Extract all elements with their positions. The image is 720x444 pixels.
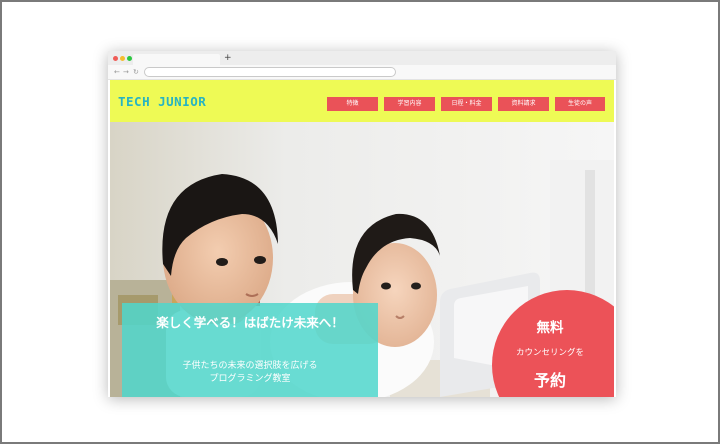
address-bar: ← → ↻ xyxy=(108,65,616,80)
nav-features-button[interactable]: 特徴 xyxy=(327,97,378,111)
site-header: TECH JUNIOR 特徴 学習内容 日程・料金 資料請求 生徒の声 xyxy=(110,80,614,122)
nav-curriculum-button[interactable]: 学習内容 xyxy=(384,97,435,111)
mockup-frame: + ← → ↻ TECH JUNIOR 特徴 学習内容 日程・料金 資料請求 生… xyxy=(0,0,720,444)
hero-subline: 子供たちの未来の選択肢を広げる プログラミング教室 xyxy=(122,360,378,386)
url-input[interactable] xyxy=(144,67,396,77)
browser-tab[interactable] xyxy=(133,54,220,65)
cta-free-label: 無料 xyxy=(536,320,564,336)
browser-tab-bar: + xyxy=(108,51,616,65)
hero-subline-1: 子供たちの未来の選択肢を広げる xyxy=(182,361,318,371)
nav-schedule-price-button[interactable]: 日程・料金 xyxy=(441,97,492,111)
hero-headline: 楽しく学べる！はばたけ未来へ！ xyxy=(156,315,344,330)
browser-window: + ← → ↻ TECH JUNIOR 特徴 学習内容 日程・料金 資料請求 生… xyxy=(108,51,616,397)
nav-student-voices-button[interactable]: 生徒の声 xyxy=(555,97,605,111)
cta-reserve-label: 予約 xyxy=(533,371,566,390)
hero-subline-2: プログラミング教室 xyxy=(209,374,291,384)
close-window-dot[interactable] xyxy=(113,56,118,61)
website: TECH JUNIOR 特徴 学習内容 日程・料金 資料請求 生徒の声 楽しく学… xyxy=(110,80,614,397)
forward-arrow-icon[interactable]: → xyxy=(123,67,129,77)
maximize-window-dot[interactable] xyxy=(127,56,132,61)
new-tab-button[interactable]: + xyxy=(224,52,232,64)
nav-brochure-request-button[interactable]: 資料請求 xyxy=(498,97,549,111)
minimize-window-dot[interactable] xyxy=(120,56,125,61)
site-logo[interactable]: TECH JUNIOR xyxy=(118,94,206,109)
reload-icon[interactable]: ↻ xyxy=(133,67,139,77)
hero-message-panel: 楽しく学べる！はばたけ未来へ！ 子供たちの未来の選択肢を広げる プログラミング教… xyxy=(122,303,378,397)
back-arrow-icon[interactable]: ← xyxy=(114,67,120,77)
cta-counseling-label: カウンセリングを xyxy=(515,348,584,358)
